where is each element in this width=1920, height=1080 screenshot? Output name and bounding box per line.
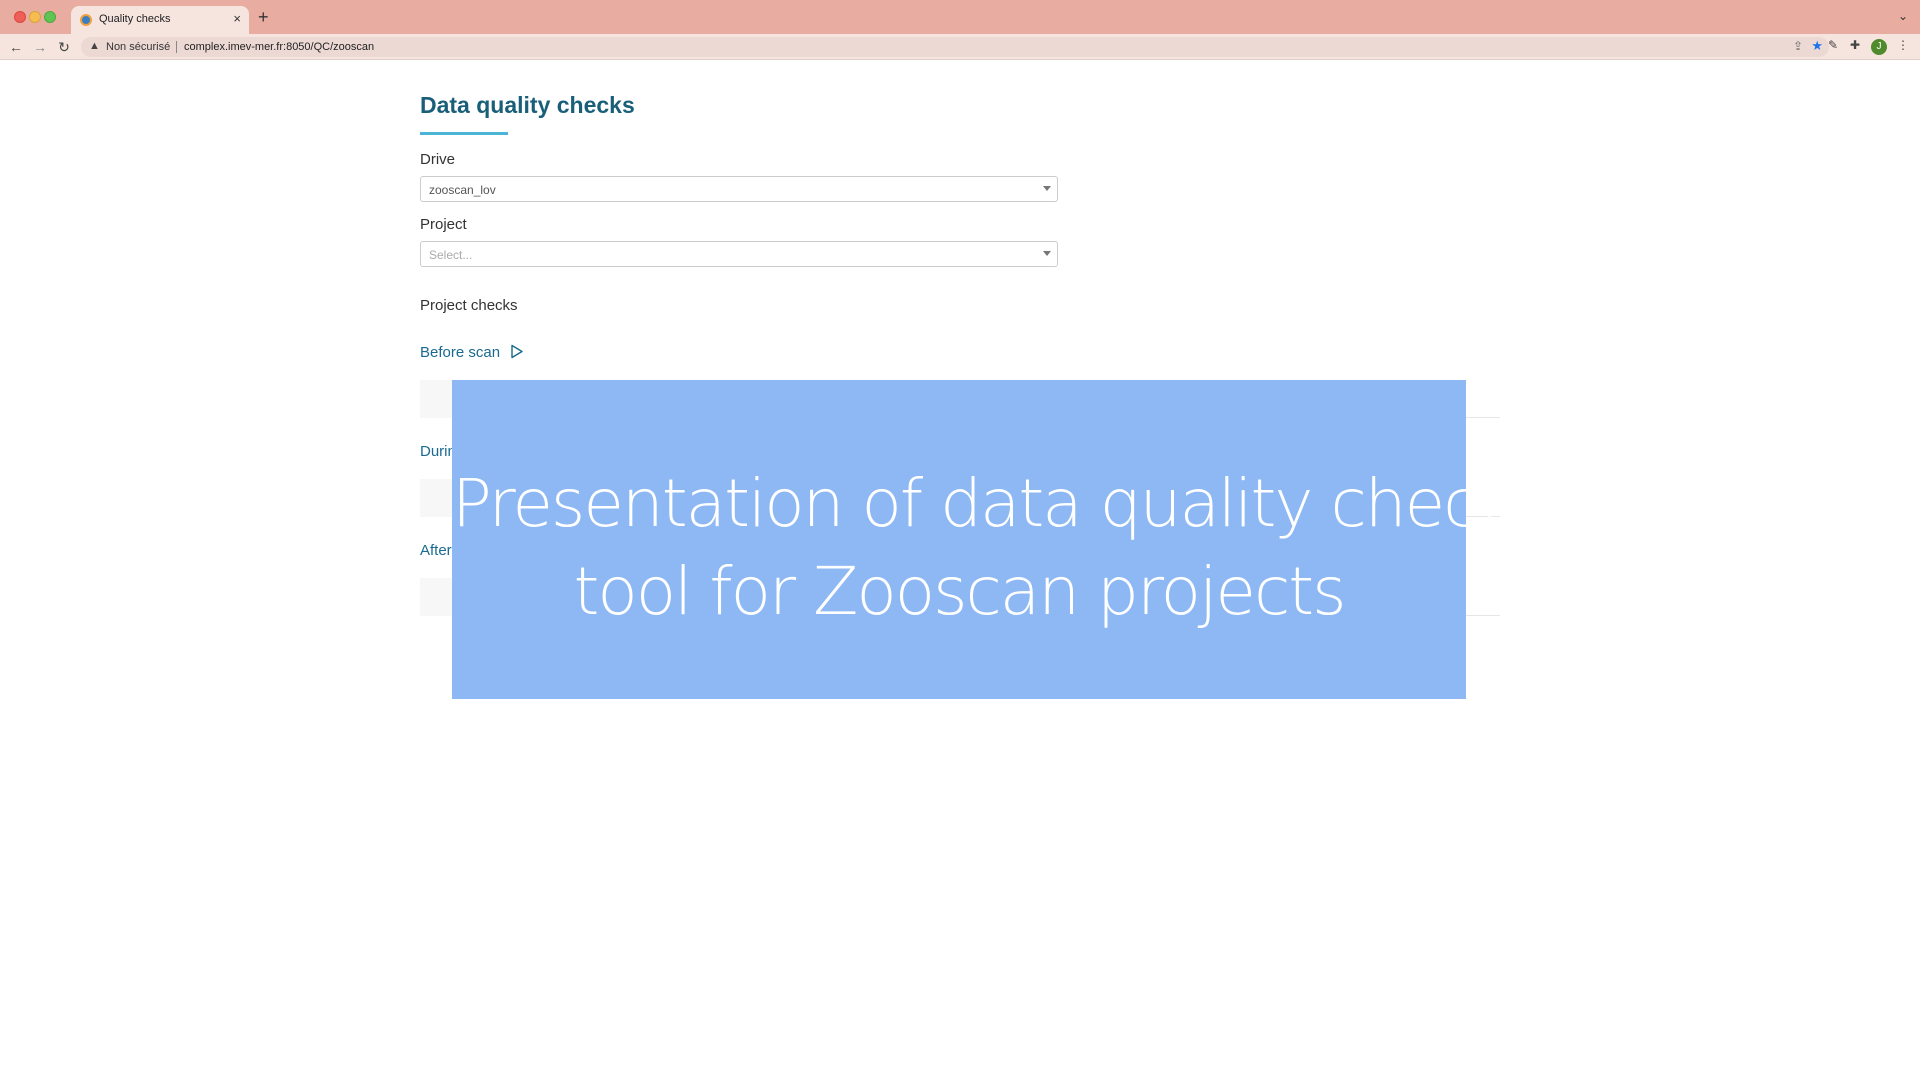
- forward-button[interactable]: →: [31, 38, 49, 56]
- warning-icon[interactable]: ▲: [89, 40, 100, 52]
- favicon-icon: [80, 14, 92, 26]
- back-button[interactable]: ←: [7, 38, 25, 56]
- browser-menu-icon[interactable]: ⋮: [1894, 38, 1912, 52]
- pen-extension-icon[interactable]: ✎: [1824, 38, 1842, 52]
- new-tab-button[interactable]: +: [258, 6, 269, 28]
- close-window-button[interactable]: [14, 11, 26, 23]
- browser-tabstrip: Quality checks × + ⌄: [0, 0, 1920, 34]
- security-label[interactable]: Non sécurisé: [106, 41, 170, 53]
- browser-tab[interactable]: Quality checks ×: [71, 6, 249, 34]
- section-after-scan[interactable]: After: [420, 542, 452, 559]
- share-icon[interactable]: ⇪: [1793, 39, 1803, 53]
- tab-close-button[interactable]: ×: [233, 11, 241, 26]
- minimize-window-button[interactable]: [29, 11, 41, 23]
- play-icon[interactable]: [510, 344, 524, 359]
- section-before-scan[interactable]: Before scan: [420, 344, 524, 361]
- project-select[interactable]: Select...: [420, 241, 1058, 267]
- section-during-scan[interactable]: Durin: [420, 443, 456, 460]
- chevron-down-icon[interactable]: [1043, 251, 1051, 256]
- reload-button[interactable]: ↻: [55, 38, 73, 56]
- banner-line-1: Presentation of data quality checker: [452, 465, 1577, 542]
- banner-text: Presentation of data quality checker too…: [452, 460, 1577, 636]
- project-label: Project: [420, 216, 467, 233]
- browser-toolbar: ← → ↻ ▲ Non sécurisé complex.imev-mer.fr…: [0, 34, 1920, 60]
- drive-select[interactable]: zooscan_lov: [420, 176, 1058, 202]
- title-underline: [420, 132, 508, 135]
- bookmark-star-icon[interactable]: ★: [1811, 38, 1823, 54]
- extensions-puzzle-icon[interactable]: ✚: [1846, 38, 1864, 52]
- project-select-placeholder: Select...: [429, 248, 473, 262]
- section-after-scan-label: After: [420, 542, 452, 559]
- tab-search-chevron-icon[interactable]: ⌄: [1898, 9, 1908, 23]
- drive-select-value: zooscan_lov: [429, 183, 496, 197]
- section-during-scan-label: Durin: [420, 443, 456, 460]
- url-text[interactable]: complex.imev-mer.fr:8050/QC/zooscan: [184, 41, 374, 53]
- drive-label: Drive: [420, 151, 456, 168]
- profile-avatar[interactable]: J: [1871, 39, 1887, 55]
- address-bar[interactable]: ▲ Non sécurisé complex.imev-mer.fr:8050/…: [81, 37, 1829, 57]
- maximize-window-button[interactable]: [44, 11, 56, 23]
- banner-line-2: tool for Zooscan projects: [573, 553, 1346, 630]
- presentation-banner: Presentation of data quality checker too…: [452, 380, 1577, 699]
- chevron-down-icon[interactable]: [1043, 186, 1051, 191]
- tab-title: Quality checks: [99, 13, 171, 25]
- section-before-scan-label: Before scan: [420, 344, 501, 361]
- page-title: Data quality checks: [420, 92, 635, 118]
- address-separator: [176, 41, 177, 53]
- project-checks-label: Project checks: [420, 297, 518, 314]
